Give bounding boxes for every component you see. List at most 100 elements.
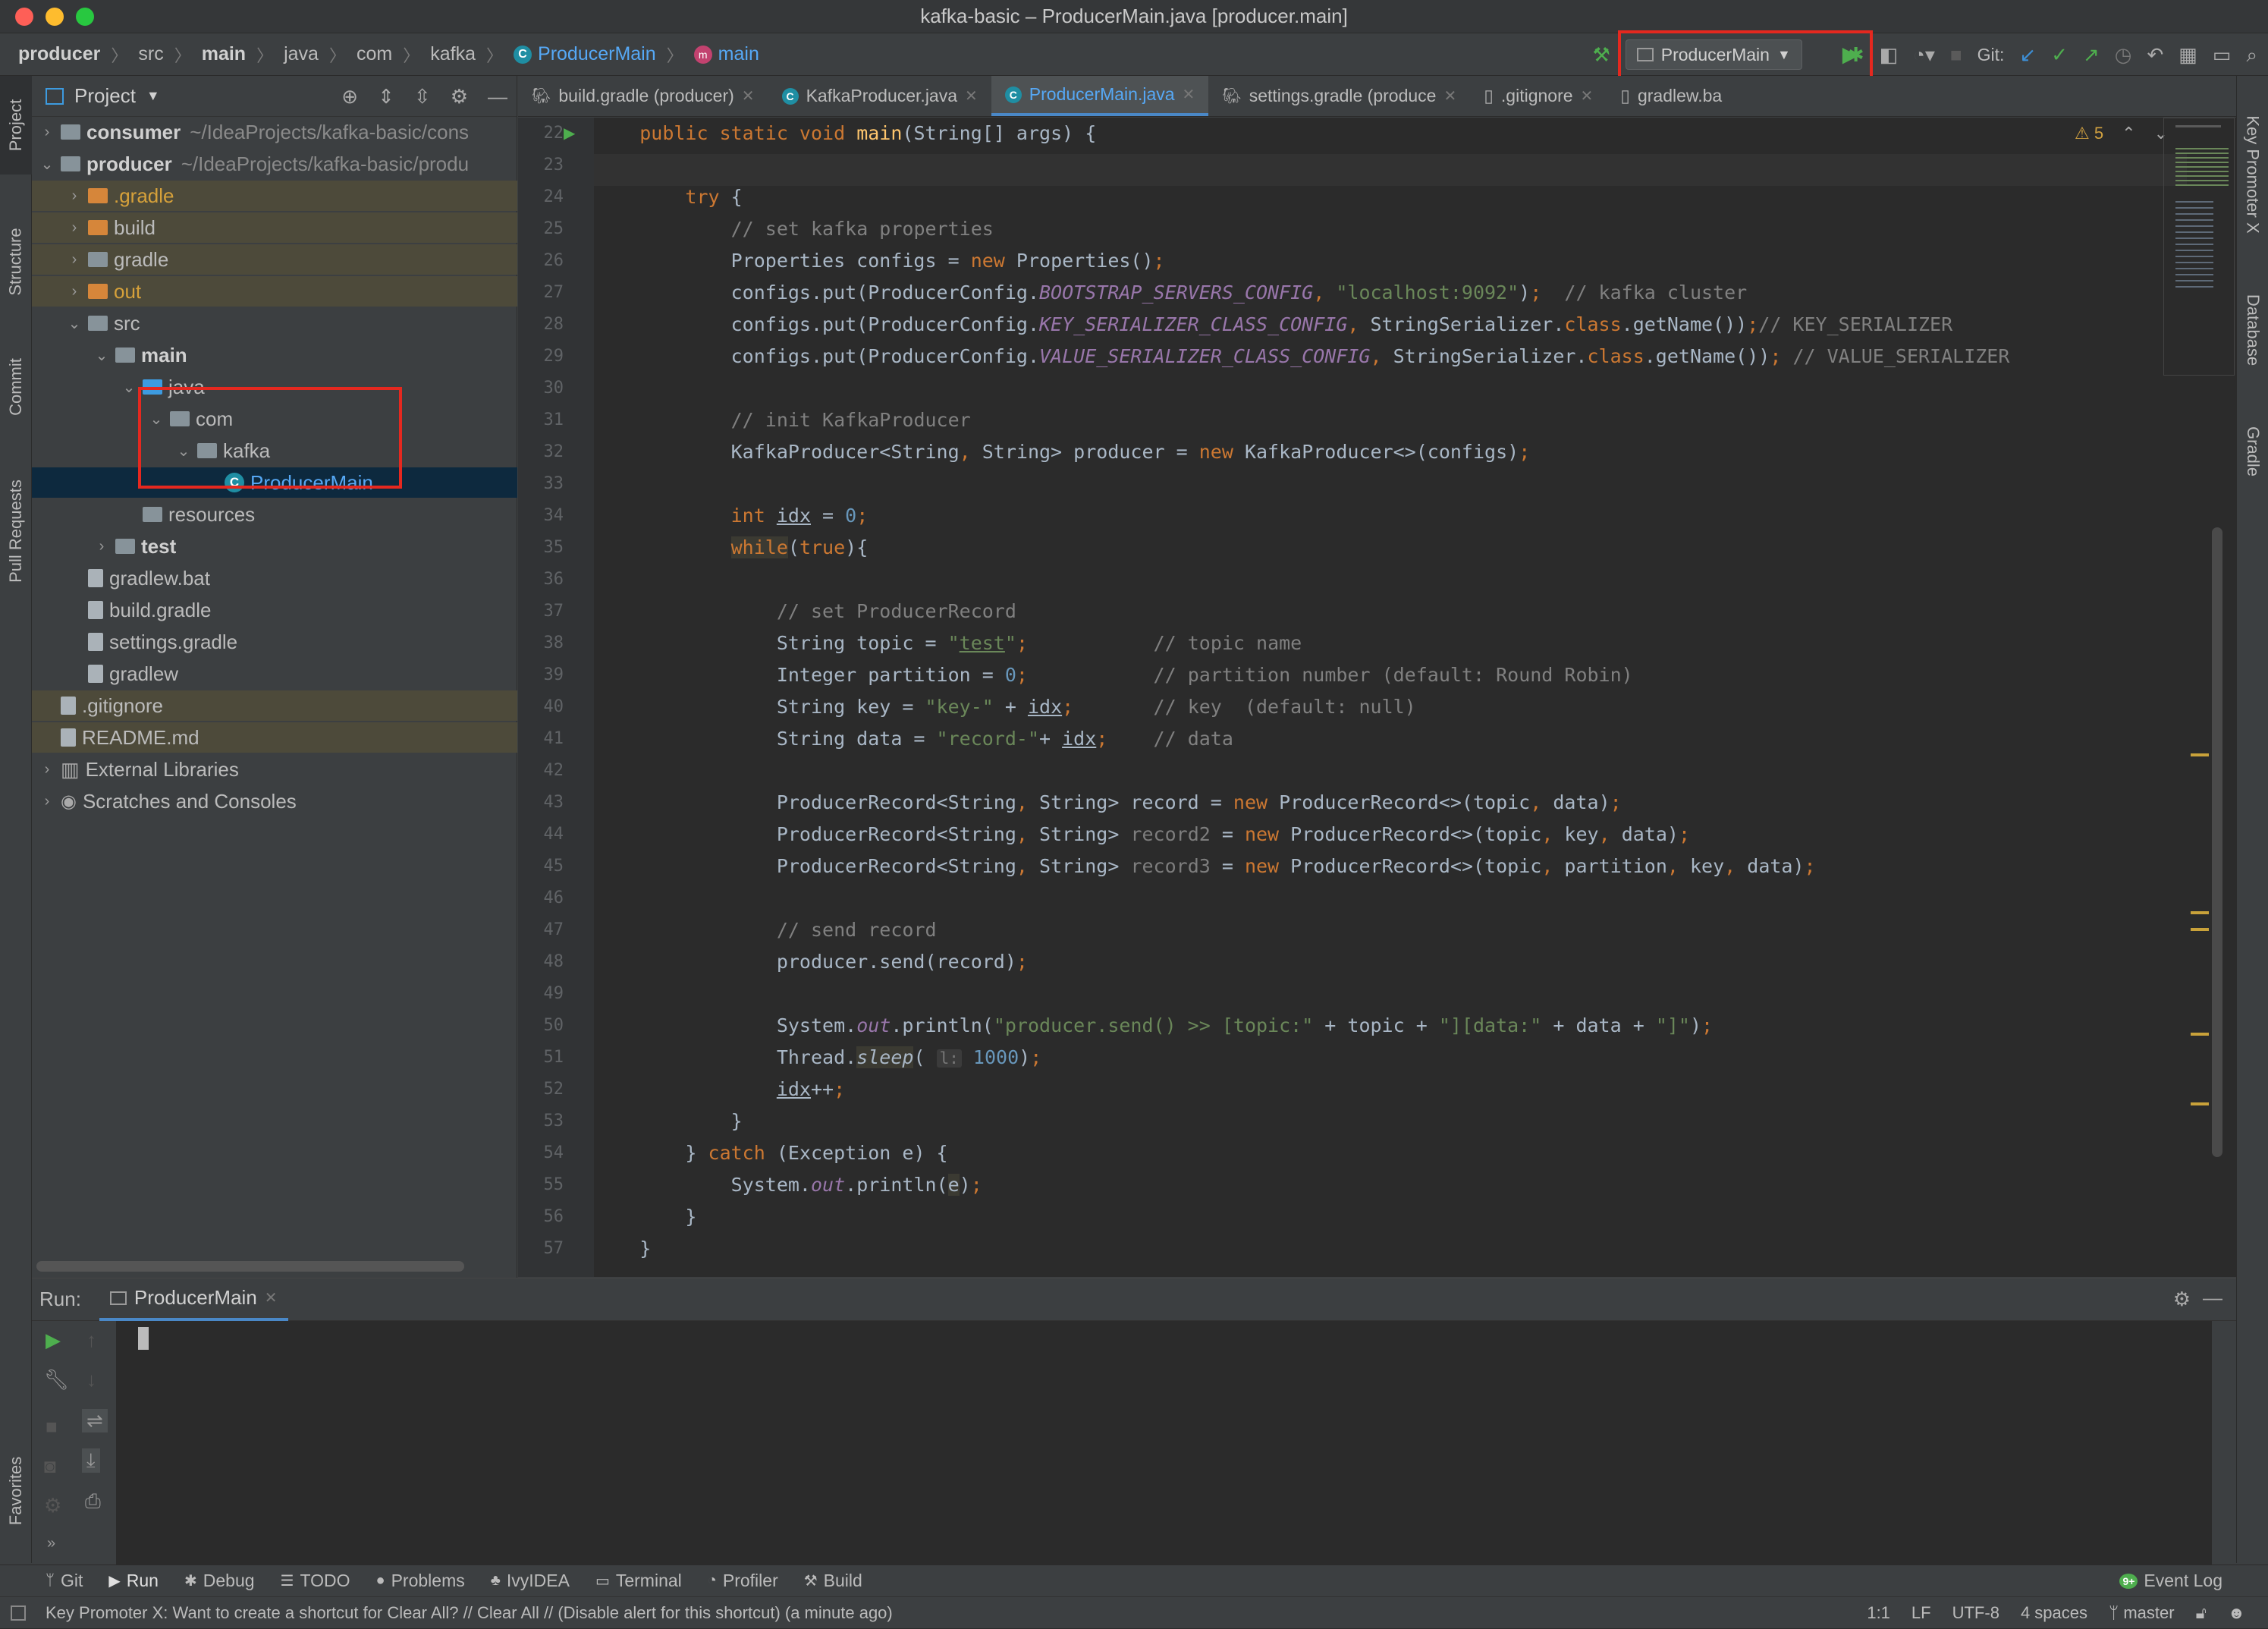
chevron-down-icon[interactable]: ⌄: [39, 155, 55, 174]
tree-item[interactable]: › consumer ~/IdeaProjects/kafka-basic/cons: [32, 117, 517, 147]
presentation-icon[interactable]: ▭: [2213, 45, 2232, 64]
scroll-to-end-icon[interactable]: ⤓: [82, 1448, 100, 1473]
zoom-window-button[interactable]: [76, 8, 94, 26]
code-line[interactable]: Integer partition = 0; // partition numb…: [594, 664, 1633, 686]
notifications-icon[interactable]: ☻: [2228, 1603, 2245, 1623]
tree-item[interactable]: › gradle: [32, 244, 517, 275]
search-icon[interactable]: ⌕: [2246, 45, 2257, 64]
code-line[interactable]: ProducerRecord<String, String> record3 =…: [594, 855, 1816, 877]
code-line[interactable]: Properties configs = new Properties();: [594, 250, 1165, 272]
code-line[interactable]: }: [594, 1237, 651, 1259]
tree-item[interactable]: gradlew: [32, 659, 517, 689]
tree-item[interactable]: resources: [32, 499, 517, 530]
close-icon[interactable]: ✕: [965, 86, 978, 105]
editor-tab[interactable]: C KafkaProducer.java ✕: [768, 76, 991, 116]
tool-window-profiler[interactable]: ◔ Profiler: [708, 1571, 778, 1591]
code-line[interactable]: try {: [594, 186, 742, 208]
tree-item[interactable]: settings.gradle: [32, 627, 517, 657]
tree-item[interactable]: build.gradle: [32, 595, 517, 625]
close-window-button[interactable]: [15, 8, 33, 26]
code-line[interactable]: }: [594, 1110, 743, 1132]
code-line[interactable]: idx++;: [594, 1078, 845, 1100]
warning-marker[interactable]: [2191, 928, 2209, 931]
vertical-scrollbar[interactable]: [2212, 527, 2222, 1157]
project-panel-title[interactable]: Project: [74, 84, 136, 108]
gear-icon[interactable]: ⚙: [451, 85, 468, 108]
code-line[interactable]: ProducerRecord<String, String> record2 =…: [594, 823, 1690, 845]
breadcrumb-item[interactable]: producer 〉: [18, 42, 138, 67]
stop-icon[interactable]: ■: [46, 1415, 58, 1439]
code-editor[interactable]: 22 public static void main(String[] args…: [518, 118, 2236, 1277]
close-icon[interactable]: ✕: [1581, 86, 1594, 105]
code-line[interactable]: // send record: [594, 919, 937, 941]
breadcrumb-item[interactable]: kafka 〉: [430, 42, 514, 67]
git-update-icon[interactable]: ↙: [2019, 45, 2036, 64]
breadcrumb-item[interactable]: java 〉: [284, 42, 357, 67]
cursor-position[interactable]: 1:1: [1867, 1603, 1890, 1623]
code-line[interactable]: String topic = "test"; // topic name: [594, 632, 1302, 654]
chevron-down-icon[interactable]: ⌄: [121, 378, 137, 397]
tab-pull-requests[interactable]: Pull Requests: [0, 448, 32, 615]
close-icon[interactable]: ✕: [265, 1288, 278, 1307]
tab-favorites[interactable]: Favorites: [0, 1434, 32, 1548]
line-separator[interactable]: LF: [1911, 1603, 1931, 1623]
wrench-icon[interactable]: 🔧︎: [44, 1368, 69, 1392]
chevron-right-icon[interactable]: ›: [39, 793, 55, 810]
code-line[interactable]: ProducerRecord<String, String> record = …: [594, 791, 1622, 813]
tab-gradle[interactable]: Gradle: [2237, 402, 2268, 501]
tool-window-problems[interactable]: ● Problems: [376, 1571, 465, 1591]
code-line[interactable]: // set kafka properties: [594, 218, 994, 240]
tool-window-run[interactable]: ▶ Run: [108, 1571, 159, 1591]
code-line[interactable]: String data = "record-"+ idx; // data: [594, 728, 1233, 750]
tool-window-debug[interactable]: ✱ Debug: [184, 1571, 255, 1591]
more-icon[interactable]: »: [47, 1535, 55, 1552]
editor-tab[interactable]: ▯ gradlew.ba: [1607, 76, 1736, 116]
status-message[interactable]: Key Promoter X: Want to create a shortcu…: [46, 1603, 893, 1623]
history-icon[interactable]: ◷: [2115, 45, 2132, 64]
chevron-right-icon[interactable]: ›: [67, 219, 82, 237]
coverage-icon[interactable]: ◧: [1880, 45, 1899, 64]
scroll-down-icon[interactable]: ↓: [86, 1368, 96, 1392]
expand-all-icon[interactable]: ⇕: [378, 85, 394, 108]
stop-icon[interactable]: ■: [1950, 45, 1962, 64]
tree-item[interactable]: › ◉ Scratches and Consoles: [32, 786, 517, 816]
code-line[interactable]: System.out.println("producer.send() >> […: [594, 1014, 1713, 1036]
tree-item[interactable]: README.md: [32, 722, 517, 753]
chevron-right-icon[interactable]: ›: [67, 187, 82, 205]
event-log-button[interactable]: 9+ Event Log: [2119, 1571, 2222, 1591]
profile-icon[interactable]: ◔▾: [1913, 45, 1935, 64]
tab-structure[interactable]: Structure: [0, 197, 32, 326]
code-line[interactable]: producer.send(record);: [594, 951, 1028, 973]
tab-key-promoter[interactable]: Key Promoter X: [2237, 91, 2268, 258]
editor-tab[interactable]: 🐘︎ settings.gradle (produce ✕: [1208, 76, 1470, 116]
code-line[interactable]: } catch (Exception e) {: [594, 1142, 947, 1164]
git-push-icon[interactable]: ↗: [2083, 45, 2100, 64]
code-line[interactable]: KafkaProducer<String, String> producer =…: [594, 441, 1531, 463]
tree-item[interactable]: .gitignore: [32, 690, 517, 721]
chevron-down-icon[interactable]: ⌄: [94, 346, 109, 365]
tool-window-ivyidea[interactable]: ♣ IvyIDEA: [491, 1571, 570, 1591]
tool-window-git[interactable]: ᛘ Git: [46, 1571, 83, 1591]
breadcrumb-item[interactable]: C ProducerMain 〉: [514, 42, 694, 67]
hide-icon[interactable]: —: [488, 85, 507, 108]
editor-tab[interactable]: 🐘︎ build.gradle (producer) ✕: [518, 76, 768, 116]
console-scrollbar[interactable]: [2212, 1321, 2236, 1565]
tab-project[interactable]: Project: [0, 76, 32, 175]
run-tab[interactable]: ProducerMain ✕: [99, 1278, 288, 1321]
run-gutter-icon[interactable]: ▶: [564, 124, 575, 143]
lock-icon[interactable]: 🔓︎: [2196, 1603, 2207, 1623]
code-line[interactable]: configs.put(ProducerConfig.KEY_SERIALIZE…: [594, 313, 1953, 335]
chevron-up-icon[interactable]: ⌃: [2122, 124, 2135, 143]
code-line[interactable]: while(true){: [594, 536, 868, 558]
close-icon[interactable]: ✕: [742, 86, 755, 105]
camera-icon[interactable]: ◙: [44, 1454, 56, 1478]
tab-database[interactable]: Database: [2237, 273, 2268, 387]
tree-item[interactable]: ⌄ src: [32, 308, 517, 338]
rollback-icon[interactable]: ↶: [2147, 45, 2163, 64]
breadcrumb-item[interactable]: src 〉: [138, 42, 201, 67]
git-branch[interactable]: ᛘ master: [2109, 1603, 2175, 1623]
breadcrumb-item[interactable]: m main: [693, 43, 759, 65]
tree-item[interactable]: ⌄ producer ~/IdeaProjects/kafka-basic/prod…: [32, 149, 517, 179]
indent-setting[interactable]: 4 spaces: [2021, 1603, 2087, 1623]
tree-item[interactable]: › ▥ External Libraries: [32, 754, 517, 785]
